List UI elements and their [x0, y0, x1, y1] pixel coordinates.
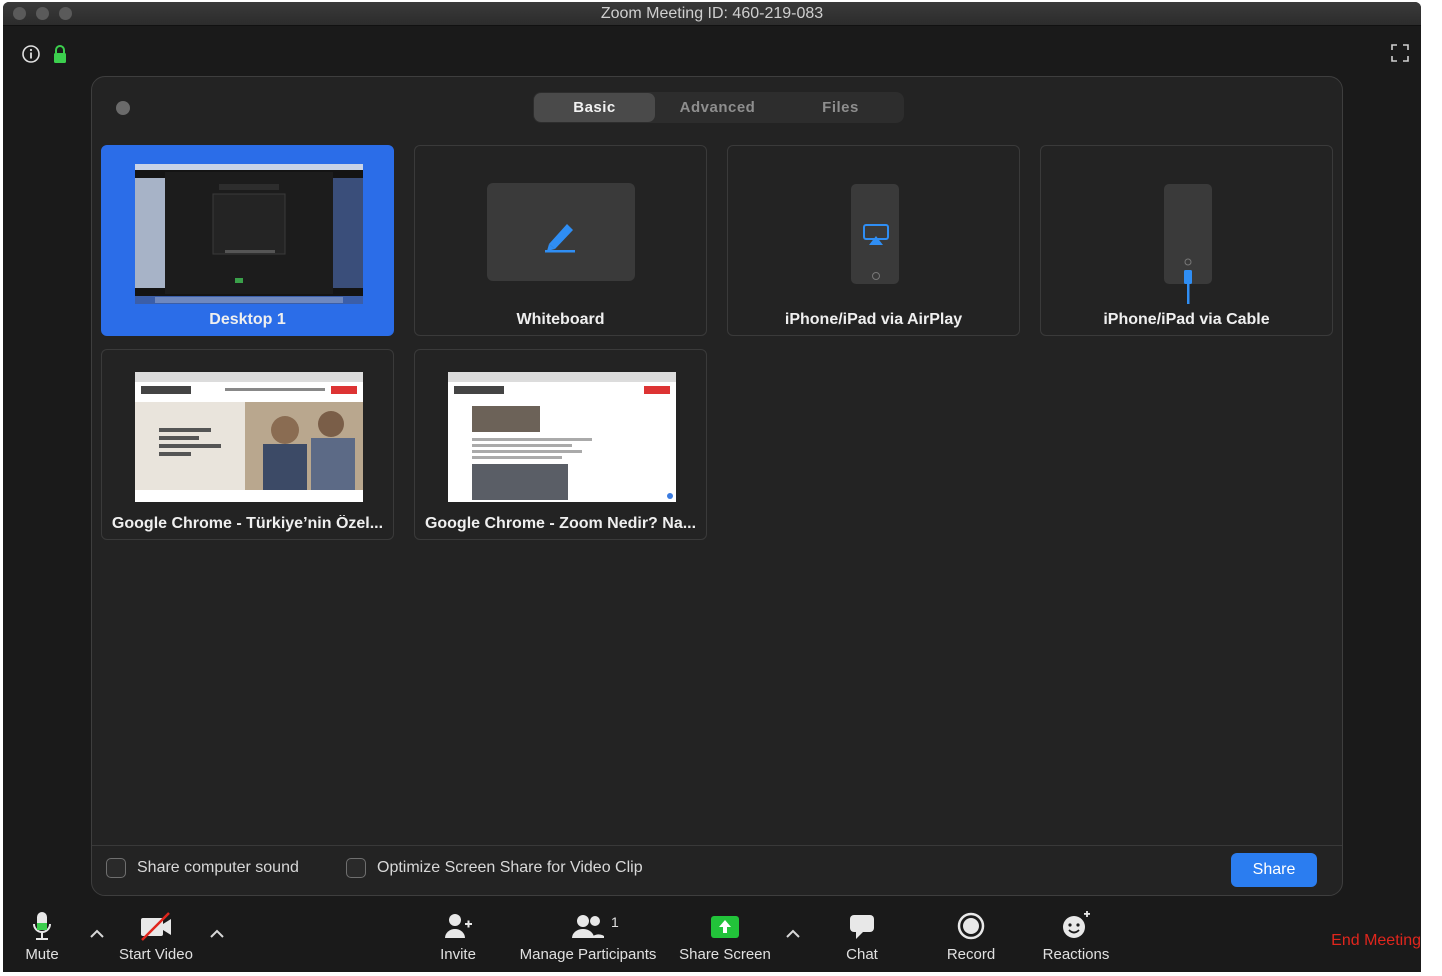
share-options-chevron-icon[interactable] [785, 928, 801, 940]
window-title: Zoom Meeting ID: 460-219-083 [600, 5, 824, 22]
share-computer-sound-checkbox[interactable] [106, 858, 126, 878]
reactions-button[interactable]: Reactions [1037, 910, 1115, 968]
manage-participants-label: Manage Participants [519, 946, 657, 963]
dialog-divider [92, 845, 1342, 846]
title-bar: Zoom Meeting ID: 460-219-083 [3, 2, 1421, 26]
tab-basic[interactable]: Basic [534, 93, 655, 122]
airplay-icon [863, 224, 889, 245]
add-person-icon [445, 914, 472, 938]
mute-label: Mute [25, 946, 59, 963]
fullscreen-icon[interactable] [1391, 44, 1409, 62]
record-icon [957, 912, 985, 940]
chat-icon [850, 915, 874, 939]
participants-icon [572, 915, 604, 938]
share-screen-icon [711, 916, 739, 938]
tile-label: Desktop 1 [209, 311, 286, 328]
record-button[interactable]: Record [941, 910, 1001, 968]
tile-label: iPhone/iPad via AirPlay [784, 311, 963, 328]
reactions-icon [1063, 911, 1090, 938]
video-off-icon [141, 912, 171, 941]
chat-button[interactable]: Chat [837, 910, 887, 968]
start-video-label: Start Video [119, 946, 193, 963]
share-tile-cable[interactable]: iPhone/iPad via Cable [1040, 145, 1333, 336]
record-label: Record [946, 946, 996, 963]
participant-count-badge: 1 [611, 914, 619, 930]
optimize-video-label: Optimize Screen Share for Video Clip [377, 859, 643, 876]
lock-icon[interactable] [51, 44, 69, 64]
mute-button[interactable]: Mute [17, 910, 67, 968]
tile-label: Whiteboard [516, 311, 605, 328]
share-button[interactable]: Share [1231, 853, 1317, 887]
share-tile-whiteboard[interactable]: Whiteboard [414, 145, 707, 336]
video-options-chevron-icon[interactable] [209, 928, 225, 940]
share-screen-dialog: Basic Advanced Files Desktop 1 Whiteboar… [91, 76, 1343, 896]
chat-label: Chat [846, 946, 878, 963]
share-tabs: Basic Advanced Files [533, 92, 904, 123]
audio-options-chevron-icon[interactable] [89, 928, 105, 940]
end-meeting-button[interactable]: End Meeting [1331, 932, 1421, 950]
zoom-window: Zoom Meeting ID: 460-219-083 Basic Advan… [3, 2, 1421, 972]
share-tile-chrome-2[interactable]: Google Chrome - Zoom Nedir? Na... [414, 349, 707, 540]
manage-participants-button[interactable]: Manage Participants [515, 910, 661, 968]
home-button-icon [872, 272, 880, 280]
share-screen-label: Share Screen [679, 946, 771, 963]
microphone-icon [33, 912, 51, 940]
share-computer-sound-label: Share computer sound [137, 859, 299, 876]
dialog-close-button[interactable] [116, 101, 130, 115]
desktop-thumbnail [135, 164, 363, 304]
cable-icon [1184, 258, 1192, 304]
invite-label: Invite [440, 946, 476, 963]
optimize-video-checkbox[interactable] [346, 858, 366, 878]
tab-advanced[interactable]: Advanced [657, 93, 778, 122]
invite-button[interactable]: Invite [433, 910, 483, 968]
reactions-label: Reactions [1042, 946, 1110, 963]
share-tile-desktop[interactable]: Desktop 1 [101, 145, 394, 336]
start-video-button[interactable]: Start Video [115, 910, 197, 968]
share-screen-button[interactable]: Share Screen [677, 910, 773, 968]
tile-label: Google Chrome - Türkiye’nin Özel... [111, 515, 384, 532]
pen-icon [545, 224, 575, 253]
info-icon[interactable] [21, 44, 41, 64]
share-tile-chrome-1[interactable]: Google Chrome - Türkiye’nin Özel... [101, 349, 394, 540]
chrome-window-thumbnail [135, 372, 363, 502]
chrome-window-thumbnail [448, 372, 676, 502]
tab-files[interactable]: Files [780, 93, 901, 122]
share-tile-airplay[interactable]: iPhone/iPad via AirPlay [727, 145, 1020, 336]
tile-label: iPhone/iPad via Cable [1103, 311, 1270, 328]
tile-label: Google Chrome - Zoom Nedir? Na... [424, 515, 697, 532]
